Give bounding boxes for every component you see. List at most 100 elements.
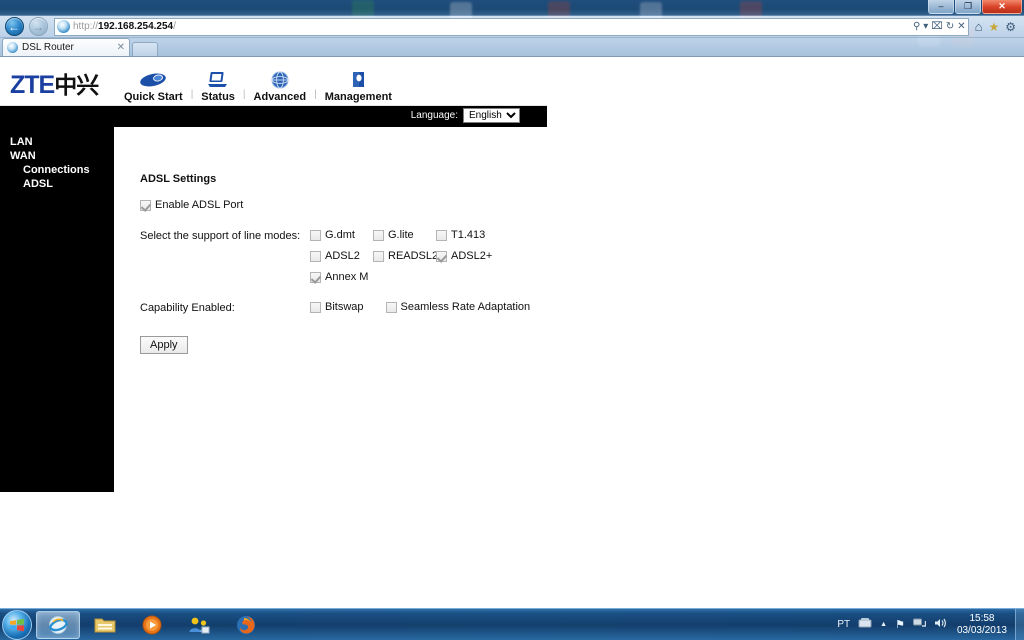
page-viewport: ZTE中兴 Quick Start | Status | Advanced | … <box>0 57 1024 608</box>
line-mode-annex-m-checkbox[interactable] <box>310 271 321 283</box>
tab-dsl-router[interactable]: DSL Router ✕ <box>2 38 130 56</box>
back-arrow-icon[interactable]: ← <box>4 17 24 36</box>
language-selector: Language: English <box>411 108 520 123</box>
line-mode-gdmt[interactable]: G.dmt <box>310 229 373 241</box>
line-modes-row-3: Annex M <box>310 271 499 283</box>
enable-adsl-port-checkbox-wrap[interactable]: Enable ADSL Port <box>140 199 243 211</box>
back-button-wrap[interactable]: ← <box>2 16 26 37</box>
taskbar-messenger[interactable] <box>177 611 221 639</box>
address-bar[interactable]: http://192.168.254.254/ ⚲ ▾ ⌧ ↻ ✕ <box>54 17 969 36</box>
address-bar-tools: ⚲ ▾ ⌧ ↻ ✕ <box>913 19 966 35</box>
tab-close-icon[interactable]: ✕ <box>117 42 125 53</box>
capability-seamless-rate-adaptation[interactable]: Seamless Rate Adaptation <box>385 301 530 313</box>
nav-label-advanced: Advanced <box>253 91 307 103</box>
nav-label-quick-start: Quick Start <box>124 91 183 103</box>
url-host: 192.168.254.254 <box>98 21 174 32</box>
action-center-flag-icon[interactable]: ⚑ <box>895 618 905 631</box>
line-mode-readsl2[interactable]: READSL2 <box>373 250 438 262</box>
nav-item-advanced[interactable]: Advanced <box>248 61 313 103</box>
browser-window: – ❐ ✕ ← → http://192.168.254.254/ ⚲ ▾ ⌧ … <box>0 0 1024 608</box>
line-mode-t1413[interactable]: T1.413 <box>436 229 499 241</box>
taskbar-media-player[interactable] <box>130 611 174 639</box>
window-controls: – ❐ ✕ <box>928 0 1022 15</box>
line-modes-row: Select the support of line modes: G.dmt … <box>140 229 547 283</box>
sidebar-item-connections[interactable]: Connections <box>10 163 114 177</box>
nav-label-status: Status <box>201 91 235 103</box>
mouse-icon <box>138 69 168 89</box>
close-button[interactable]: ✕ <box>982 0 1022 14</box>
taskbar-firefox[interactable] <box>224 611 268 639</box>
clock-time: 15:58 <box>969 612 995 624</box>
new-tab-button[interactable] <box>132 42 158 56</box>
taskbar-windows-explorer[interactable] <box>83 611 127 639</box>
line-mode-readsl2-checkbox[interactable] <box>373 250 384 262</box>
chevron-down-icon[interactable]: ▾ <box>923 21 928 32</box>
window-title-bar[interactable]: – ❐ ✕ <box>0 0 1024 16</box>
tab-favicon-icon <box>7 42 18 53</box>
line-modes-row-1: G.dmt G.lite T1.413 <box>310 229 499 241</box>
network-icon[interactable] <box>912 616 927 634</box>
favorites-icon[interactable]: ★ <box>988 20 999 34</box>
line-mode-adsl2plus-checkbox[interactable] <box>436 250 447 262</box>
url-scheme: http:// <box>73 21 99 32</box>
enable-adsl-port-checkbox[interactable] <box>140 199 151 211</box>
line-mode-adsl2-label: ADSL2 <box>325 250 360 262</box>
book-icon <box>350 69 366 89</box>
line-mode-t1413-checkbox[interactable] <box>436 229 447 241</box>
start-button[interactable] <box>2 609 32 640</box>
nav-label-management: Management <box>324 91 392 103</box>
gear-icon[interactable]: ⚙ <box>1005 20 1016 34</box>
laptop-icon <box>206 69 230 89</box>
sidebar-item-wan[interactable]: WAN <box>10 149 114 163</box>
forward-arrow-icon[interactable]: → <box>28 17 48 36</box>
url-path: / <box>173 21 176 32</box>
line-mode-glite-label: G.lite <box>388 229 414 241</box>
line-mode-glite-checkbox[interactable] <box>373 229 384 241</box>
capability-seamless-rate-adaptation-checkbox[interactable] <box>385 301 397 313</box>
compatibility-view-icon[interactable]: ⌧ <box>931 21 943 32</box>
language-indicator[interactable]: PT <box>837 619 850 630</box>
line-mode-adsl2-checkbox[interactable] <box>310 250 321 262</box>
capability-bitswap-checkbox[interactable] <box>310 301 321 313</box>
nav-item-quick-start[interactable]: Quick Start <box>118 61 189 103</box>
sidebar-item-lan[interactable]: LAN <box>10 135 114 149</box>
maximize-button[interactable]: ❐ <box>955 0 981 14</box>
page-favicon-icon <box>57 20 70 33</box>
clock[interactable]: 15:58 03/03/2013 <box>955 613 1007 637</box>
minimize-button[interactable]: – <box>928 0 954 14</box>
line-mode-gdmt-checkbox[interactable] <box>310 229 321 241</box>
capability-bitswap[interactable]: Bitswap <box>310 301 364 313</box>
stop-icon[interactable]: ✕ <box>957 21 965 32</box>
search-icon[interactable]: ⚲ <box>913 21 920 32</box>
language-select[interactable]: English <box>463 108 520 123</box>
line-mode-annex-m[interactable]: Annex M <box>310 271 368 283</box>
router-header: ZTE中兴 Quick Start | Status | Advanced | … <box>0 57 547 106</box>
forward-button-wrap[interactable]: → <box>26 16 50 37</box>
line-mode-adsl2plus[interactable]: ADSL2+ <box>436 250 499 262</box>
clock-date: 03/03/2013 <box>956 624 1007 636</box>
show-hidden-icons-icon[interactable]: ▲ <box>880 621 887 628</box>
globe-icon <box>270 69 290 89</box>
system-tray: PT ▲ ⚑ 15:58 03/03/2013 <box>837 613 1015 637</box>
line-mode-annex-m-label: Annex M <box>325 271 369 283</box>
line-mode-adsl2[interactable]: ADSL2 <box>310 250 373 262</box>
capability-row: Capability Enabled: Bitswap Seamless Rat… <box>140 301 547 314</box>
router-main-nav: Quick Start | Status | Advanced | Manage… <box>118 61 398 103</box>
browser-command-icons: ⌂ ★ ⚙ <box>971 19 1022 34</box>
tray-app-icon[interactable] <box>858 616 872 634</box>
line-modes-group: G.dmt G.lite T1.413 ADSL2 READSL2 ADSL2+… <box>310 229 499 283</box>
nav-item-status[interactable]: Status <box>195 61 241 103</box>
refresh-icon[interactable]: ↻ <box>946 21 954 32</box>
home-icon[interactable]: ⌂ <box>975 19 983 34</box>
nav-item-management[interactable]: Management <box>319 61 398 103</box>
enable-adsl-port-label: Enable ADSL Port <box>155 199 244 211</box>
show-desktop-button[interactable] <box>1015 608 1024 640</box>
page-title: ADSL Settings <box>140 173 217 185</box>
language-label: Language: <box>410 110 458 121</box>
line-mode-glite[interactable]: G.lite <box>373 229 436 241</box>
volume-icon[interactable] <box>934 616 947 634</box>
taskbar-internet-explorer[interactable] <box>36 610 80 639</box>
router-sidebar: LAN WAN Connections ADSL <box>0 127 114 492</box>
apply-button[interactable]: Apply <box>140 336 188 354</box>
sidebar-item-adsl[interactable]: ADSL <box>10 177 114 191</box>
